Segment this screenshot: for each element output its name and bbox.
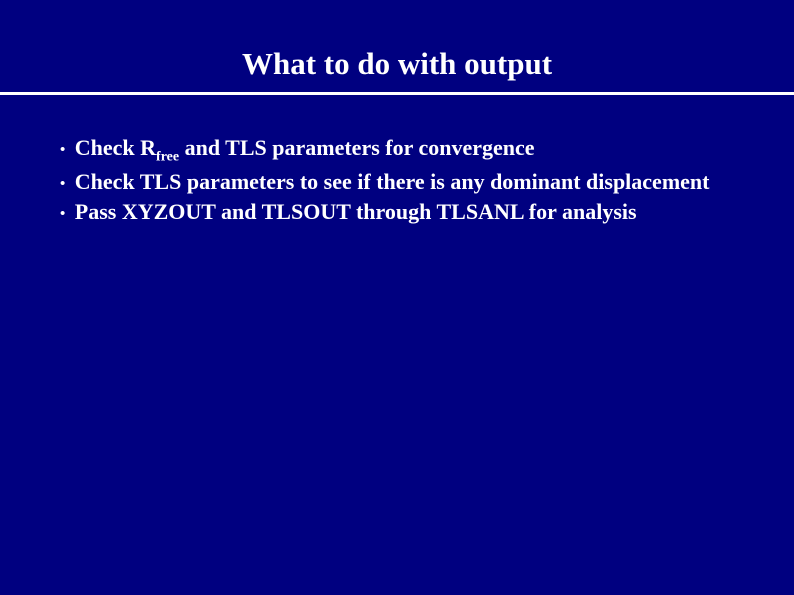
slide-title: What to do with output bbox=[0, 0, 794, 92]
slide-container: What to do with output • Check Rfree and… bbox=[0, 0, 794, 595]
bullet-1-text-post: and TLS parameters for convergence bbox=[179, 135, 534, 160]
bullet-item-3: • Pass XYZOUT and TLSOUT through TLSANL … bbox=[60, 199, 637, 224]
bullet-item-2: • Check TLS parameters to see if there i… bbox=[60, 169, 709, 194]
bullet-1-subscript: free bbox=[156, 149, 179, 164]
bullet-1-text-pre: Check R bbox=[75, 135, 156, 160]
bullet-dot-icon: • bbox=[60, 206, 65, 222]
bullet-item-1: • Check Rfree and TLS parameters for con… bbox=[60, 135, 535, 160]
bullet-dot-icon: • bbox=[60, 176, 65, 192]
bullet-3-text: Pass XYZOUT and TLSOUT through TLSANL fo… bbox=[75, 199, 637, 224]
slide-content: • Check Rfree and TLS parameters for con… bbox=[0, 95, 794, 227]
bullet-2-text: Check TLS parameters to see if there is … bbox=[75, 169, 710, 194]
bullet-dot-icon: • bbox=[60, 142, 65, 158]
